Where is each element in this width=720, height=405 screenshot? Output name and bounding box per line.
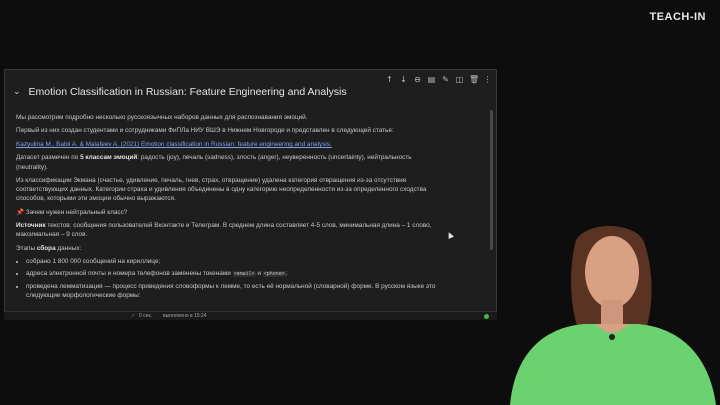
paragraph-sources: Источник текстов: сообщения пользователе…: [16, 222, 432, 239]
execution-status: выполнено в 15:24: [163, 313, 207, 319]
link-icon[interactable]: ⊖: [413, 75, 422, 84]
phone-token: <phone>: [262, 270, 286, 277]
article-link[interactable]: Kazyulina M., Babii A. & Malafeev A. (20…: [16, 141, 332, 148]
pushpin-icon: 📌: [16, 207, 24, 216]
status-bar: ✓ 0 сек. выполнено в 15:24: [4, 311, 497, 320]
more-icon[interactable]: ⋮: [483, 75, 492, 84]
comment-icon[interactable]: ▤: [427, 75, 436, 84]
email-token: <email>: [232, 270, 256, 277]
bold-source: Источник: [16, 222, 46, 230]
mouse-cursor: [446, 231, 454, 239]
paragraph-stages: Этапы сбора данных:: [16, 244, 82, 252]
arrow-down-icon[interactable]: ↓: [399, 75, 408, 84]
bold-classes: 5 классам эмоций: [80, 154, 138, 162]
bold-collection: сбора: [36, 244, 56, 252]
stages-list: собрано 1 800 000 сообщений на кириллице…: [26, 257, 444, 300]
paragraph-ekman: Из классификации Экмана (счастье, удивле…: [16, 177, 427, 203]
markdown-content: Мы рассмотрим подробно несколько русскоя…: [16, 113, 444, 302]
teach-in-logo: TEACH-IN: [649, 11, 706, 23]
delete-icon[interactable]: 🗑: [469, 75, 479, 84]
list-item: проведена лемматизация — процесс приведе…: [26, 282, 444, 300]
section-heading: ⌄ Emotion Classification in Russian: Fea…: [13, 84, 483, 100]
check-icon: ✓: [131, 313, 136, 319]
paragraph-intro: Мы рассмотрим подробно несколько русскоя…: [16, 114, 308, 121]
section-title: Emotion Classification in Russian: Featu…: [28, 86, 347, 98]
list-item: собрано 1 800 000 сообщений на кириллице…: [26, 257, 444, 266]
paragraph-source: Первый из них создан студентами и сотруд…: [16, 127, 394, 135]
chevron-down-icon[interactable]: ⌄: [13, 87, 21, 97]
paragraph-question: 📌 Зачем нужен нейтральный класс?: [16, 207, 128, 216]
execution-time: 0 сек.: [139, 313, 153, 319]
notebook-cell: ↑ ↓ ⊖ ▤ ✎ ◫ 🗑 ⋮ ⌄ Emotion Classification…: [4, 69, 497, 319]
mirror-icon[interactable]: ◫: [455, 75, 464, 84]
list-item: адреса электронной почты и номера телефо…: [26, 269, 444, 279]
paragraph-classes: Датасет размечен по 5 классам эмоций: ра…: [16, 154, 412, 171]
presenter-illustration: [510, 225, 716, 405]
arrow-up-icon[interactable]: ↑: [385, 75, 394, 84]
edit-icon[interactable]: ✎: [441, 75, 450, 84]
